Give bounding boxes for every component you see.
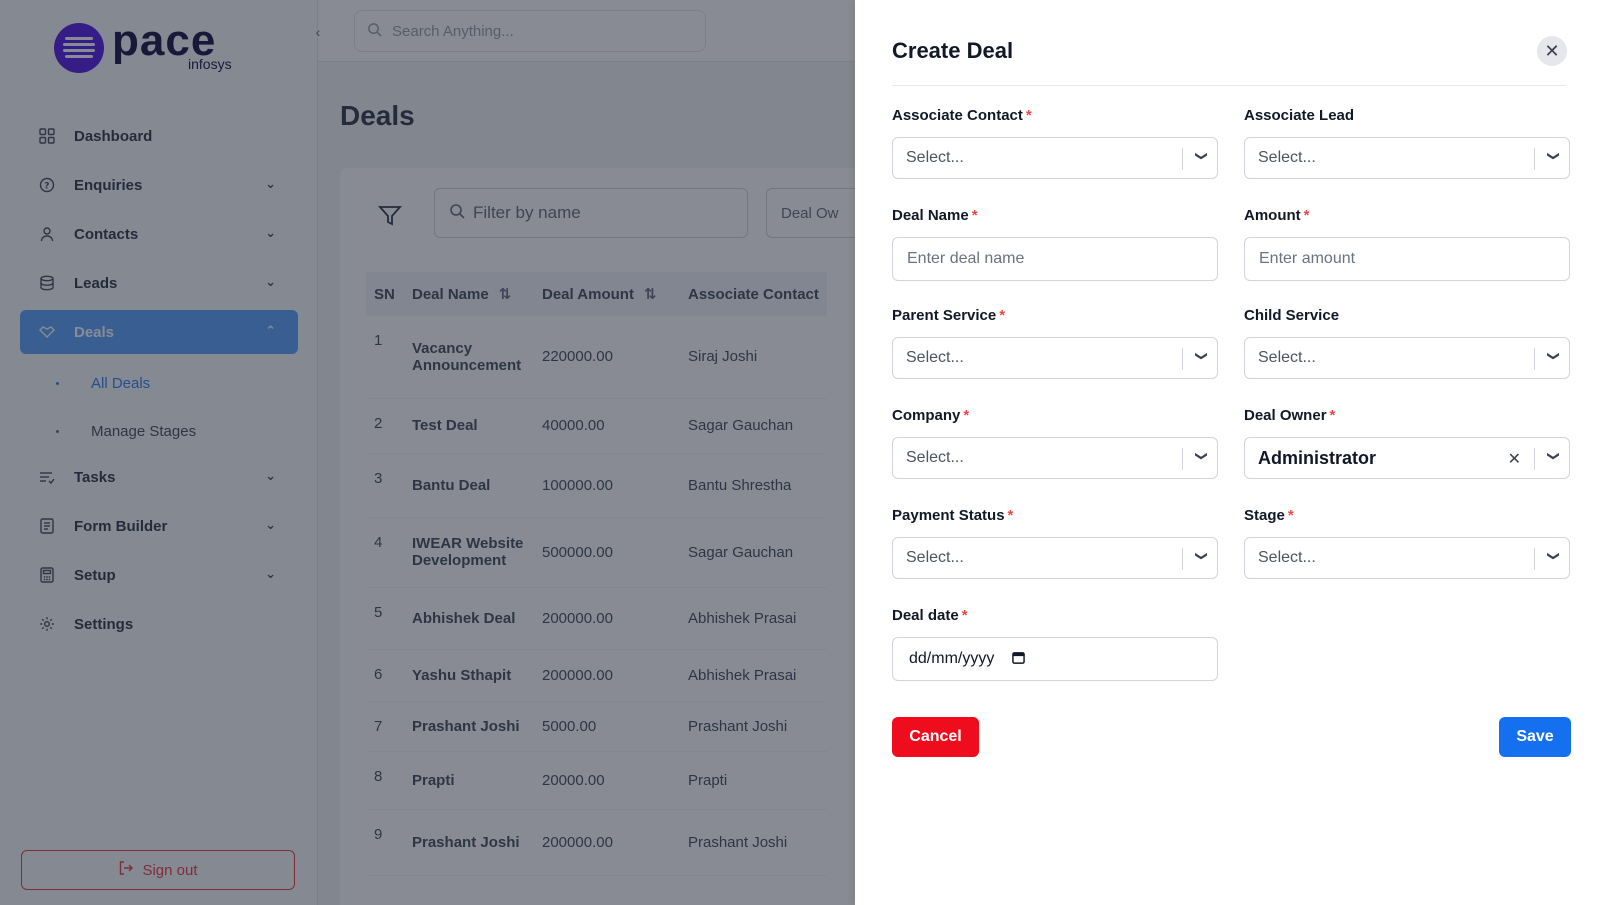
app-root: pace infosys Dashboard ? Enquiries ⌄ [0,0,1600,905]
field-label: Stage * [1244,507,1294,524]
field-label: Payment Status * [892,507,1014,524]
amount-input[interactable]: Enter amount [1244,237,1570,281]
field-label: Deal Owner * [1244,407,1336,424]
input-placeholder: Enter deal name [907,250,1025,267]
select-placeholder: Select... [906,449,964,466]
company-select[interactable]: Select... ❯ [892,437,1218,479]
field-label: Deal Name * [892,207,978,224]
chevron-down-icon[interactable]: ❯ [1195,451,1209,461]
payment-status-field: Payment Status * Select... ❯ [892,507,1218,579]
chevron-down-icon[interactable]: ❯ [1547,551,1561,561]
deal-date-field: Deal date * dd/mm/yyyy [892,607,1218,681]
close-icon: ✕ [1544,40,1560,61]
save-button[interactable]: Save [1499,717,1571,757]
calendar-icon[interactable] [1012,651,1026,667]
child-service-select[interactable]: Select... ❯ [1244,337,1570,379]
required-marker: * [1007,507,1014,524]
close-drawer-button[interactable]: ✕ [1537,36,1567,66]
required-marker: * [1025,107,1032,124]
required-marker: * [1303,207,1310,224]
field-label: Deal date * [892,607,968,624]
chevron-down-icon[interactable]: ❯ [1547,351,1561,361]
deal-owner-field: Deal Owner * Administrator ✕ ❯ [1244,407,1570,479]
associate-lead-select[interactable]: Select... ❯ [1244,137,1570,179]
required-marker: * [999,307,1006,324]
select-value: Administrator [1258,447,1377,468]
required-marker: * [971,207,978,224]
required-marker: * [961,607,968,624]
select-placeholder: Select... [1258,149,1316,166]
required-marker: * [963,407,970,424]
parent-service-field: Parent Service * Select... ❯ [892,307,1218,379]
create-deal-drawer: Create Deal ✕ Associate Contact * Select.… [855,0,1600,905]
deal-date-input[interactable]: dd/mm/yyyy [892,637,1218,681]
associate-lead-field: Associate Lead Select... ❯ [1244,107,1570,179]
field-label: Associate Lead [1244,107,1355,124]
stage-field: Stage * Select... ❯ [1244,507,1570,579]
company-field: Company * Select... ❯ [892,407,1218,479]
field-label: Child Service [1244,307,1340,324]
input-placeholder: Enter amount [1259,250,1356,267]
parent-service-select[interactable]: Select... ❯ [892,337,1218,379]
chevron-down-icon[interactable]: ❯ [1547,151,1561,161]
cancel-button[interactable]: Cancel [892,717,979,757]
payment-status-select[interactable]: Select... ❯ [892,537,1218,579]
date-placeholder: dd/mm/yyyy [909,650,995,667]
chevron-down-icon[interactable]: ❯ [1547,451,1561,461]
drawer-title: Create Deal [892,38,1014,63]
chevron-down-icon[interactable]: ❯ [1195,351,1209,361]
deal-name-input[interactable]: Enter deal name [892,237,1218,281]
clear-icon[interactable]: ✕ [1508,449,1521,469]
chevron-down-icon[interactable]: ❯ [1195,151,1209,161]
select-placeholder: Select... [906,149,964,166]
select-placeholder: Select... [1258,549,1316,566]
amount-field: Amount * Enter amount [1244,207,1570,281]
select-placeholder: Select... [906,549,964,566]
associate-contact-select[interactable]: Select... ❯ [892,137,1218,179]
chevron-down-icon[interactable]: ❯ [1195,551,1209,561]
field-label: Company * [892,407,970,424]
child-service-field: Child Service Select... ❯ [1244,307,1570,379]
field-label: Parent Service * [892,307,1006,324]
field-label: Amount * [1244,207,1310,224]
select-placeholder: Select... [1258,349,1316,366]
deal-owner-select[interactable]: Administrator ✕ ❯ [1244,437,1570,479]
select-placeholder: Select... [906,349,964,366]
required-marker: * [1287,507,1294,524]
associate-contact-field: Associate Contact * Select... ❯ [892,107,1218,179]
required-marker: * [1329,407,1336,424]
field-label: Associate Contact * [892,107,1032,124]
deal-name-field: Deal Name * Enter deal name [892,207,1218,281]
divider [892,85,1566,86]
stage-select[interactable]: Select... ❯ [1244,537,1570,579]
